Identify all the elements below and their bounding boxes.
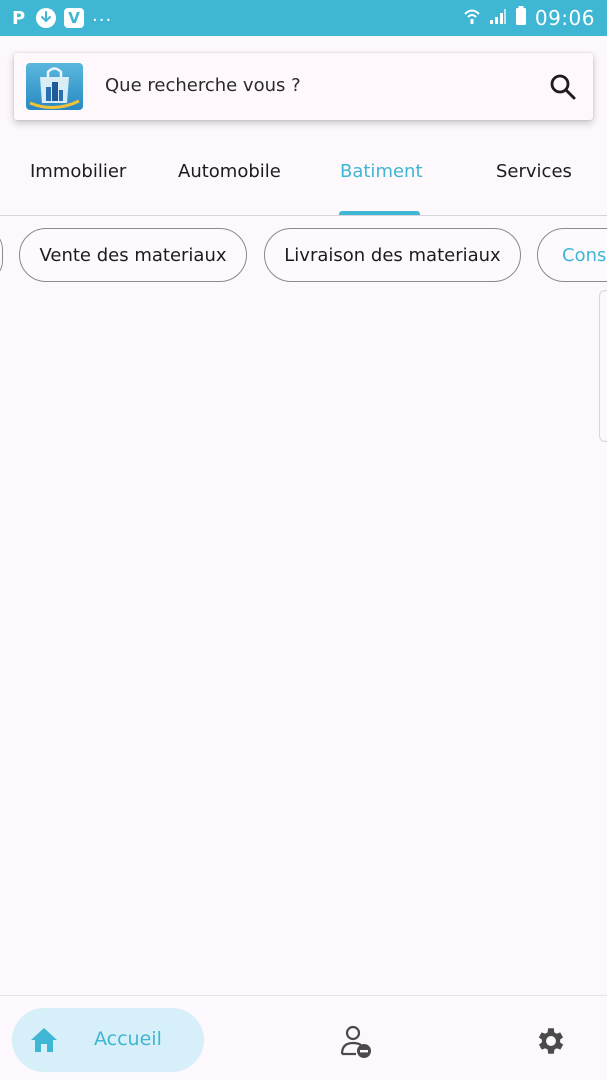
battery-icon (515, 6, 527, 30)
p-notification-icon: P (12, 7, 26, 29)
signal-icon (489, 7, 507, 29)
category-tabs: Immobilier Automobile Batiment Services (0, 145, 607, 216)
nav-home-button[interactable]: Accueil (12, 1008, 204, 1072)
wifi-icon (463, 7, 481, 29)
status-system: 09:06 (463, 6, 595, 30)
search-bar[interactable]: Que recherche vous ? (14, 53, 593, 120)
subcategory-chips: Vente des materiaux Livraison des materi… (0, 228, 607, 284)
tab-services[interactable]: Services (496, 161, 572, 182)
tab-immobilier[interactable]: Immobilier (30, 161, 126, 182)
more-notifications: ... (92, 4, 113, 26)
chip-livraison-des-materiaux[interactable]: Livraison des materiaux (264, 228, 521, 282)
chip-construction[interactable]: Cons (537, 228, 607, 282)
chip-label: Cons (562, 244, 607, 266)
search-input[interactable]: Que recherche vous ? (105, 75, 301, 96)
chip-vente-des-materiaux[interactable]: Vente des materiaux (19, 228, 247, 282)
chip-previous[interactable] (0, 228, 3, 282)
tab-automobile[interactable]: Automobile (178, 161, 281, 182)
home-icon (29, 1026, 59, 1054)
download-icon (36, 8, 56, 28)
gear-icon[interactable] (534, 1024, 568, 1058)
chip-label: Vente des materiaux (39, 244, 227, 266)
v-notification-icon: V (64, 8, 84, 28)
user-remove-icon[interactable] (338, 1024, 376, 1060)
clock: 09:06 (534, 6, 595, 30)
side-panel-edge[interactable] (599, 290, 607, 442)
chip-label: Livraison des materiaux (284, 244, 501, 266)
nav-home-label: Accueil (94, 1028, 162, 1050)
active-tab-indicator (339, 211, 420, 215)
status-notifications: P V ... (12, 4, 113, 29)
tab-batiment[interactable]: Batiment (340, 161, 423, 182)
status-bar: P V ... 09:06 (0, 0, 607, 36)
bottom-navigation: Accueil (0, 995, 607, 1080)
app-logo (26, 63, 83, 110)
search-icon[interactable] (549, 73, 577, 101)
